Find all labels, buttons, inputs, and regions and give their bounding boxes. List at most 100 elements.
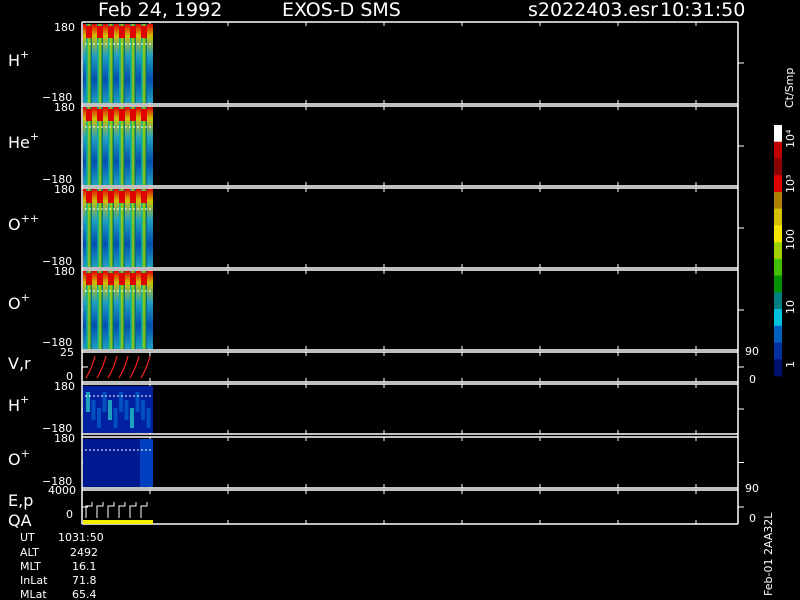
panel-labels: H+ He+ O++ O+ V,r H+ O+ E,p QA — [8, 48, 39, 530]
tick-label: 25 — [60, 346, 74, 359]
stat-value: 65.4 — [72, 588, 97, 600]
tick-label: 180 — [54, 101, 75, 114]
spectrogram-peak — [97, 273, 103, 285]
tick-label-right: 0 — [749, 512, 756, 525]
spectrogram-column — [146, 408, 151, 428]
colorbar-swatch — [774, 359, 782, 377]
colorbar-swatch — [774, 225, 782, 243]
spectrogram-peak — [119, 273, 125, 285]
velocity-curve — [96, 355, 107, 379]
spectrogram-peak — [141, 191, 147, 203]
colorbar-swatch — [774, 258, 782, 277]
velocity-curve — [107, 355, 118, 379]
spectrogram-peak — [119, 191, 125, 203]
colorbar-swatch — [774, 141, 782, 159]
tick-label: 0 — [66, 508, 73, 521]
spectrogram-column — [124, 400, 129, 420]
colorbar-swatch — [774, 309, 782, 327]
spectrogram-column — [108, 400, 112, 420]
colorbar-swatch — [774, 175, 782, 193]
spectrogram-column — [86, 392, 90, 412]
panel-label-h-plus: H+ — [8, 48, 29, 70]
spectrogram-peak — [130, 109, 136, 121]
spectrogram-peak — [130, 26, 136, 38]
colorbar-tick-label: 1 — [784, 361, 797, 368]
tick-label: 180 — [54, 432, 75, 445]
velocity-curve — [118, 355, 129, 379]
tick-label-right: 0 — [749, 373, 756, 386]
data-strips — [83, 24, 153, 524]
colorbar-swatch — [774, 342, 782, 360]
sms-spectrogram-plot: Feb 24, 1992 EXOS-D SMS s2022403.esr 10:… — [8, 0, 797, 600]
energy-step — [140, 502, 148, 518]
spectrogram-column — [97, 408, 101, 428]
tick-label-right: 90 — [745, 345, 759, 358]
velocity-curve — [140, 355, 151, 379]
panel-label-o-plus: O+ — [8, 291, 30, 313]
energy-step — [129, 502, 137, 518]
panel-label-o-plus-2: O+ — [8, 447, 30, 469]
colorbar — [774, 125, 782, 377]
colorbar-tick-label: 10⁴ — [784, 129, 797, 148]
stat-value: 1031:50 — [58, 531, 104, 544]
colorbar-swatch — [774, 325, 782, 344]
colorbar-tick-label: 10³ — [784, 175, 797, 193]
spectrogram-peak — [86, 26, 92, 38]
stat-label: MLat — [20, 588, 47, 600]
spectrogram-peak — [86, 273, 92, 285]
panel-label-o-plusplus: O++ — [8, 212, 39, 234]
colorbar-swatch — [774, 158, 782, 176]
qa-bar — [83, 520, 153, 524]
header-mission: EXOS-D SMS — [282, 0, 401, 21]
colorbar-tick-labels: 10⁴ 10³ 100 10 1 — [784, 129, 797, 368]
energy-step — [118, 502, 126, 518]
spectrogram-peak — [86, 109, 92, 121]
spectrogram-column — [102, 392, 107, 412]
colorbar-swatch — [774, 191, 782, 210]
spectrogram-column — [135, 392, 140, 412]
energy-step — [107, 502, 115, 518]
spectrogram-column — [113, 408, 118, 428]
stat-label: MLT — [20, 560, 41, 573]
colorbar-swatch — [774, 125, 782, 143]
energy-step — [85, 502, 93, 518]
header-time: 10:31:50 — [660, 0, 745, 21]
tick-label: 180 — [54, 21, 75, 34]
tick-label: 4000 — [48, 484, 76, 497]
spectrogram-peak — [86, 191, 92, 203]
stat-value: 71.8 — [72, 574, 97, 587]
spectrogram-peak — [119, 109, 125, 121]
spectrogram-peak — [97, 191, 103, 203]
spectrogram-peak — [97, 26, 103, 38]
colorbar-tick-label: 100 — [784, 229, 797, 250]
colorbar-unit: Ct/Smp — [783, 68, 796, 108]
spectrogram-column — [140, 439, 153, 487]
panel-frames — [81, 21, 739, 525]
colorbar-swatch — [774, 292, 782, 310]
stat-label: ALT — [20, 546, 39, 559]
spectrogram-peak — [108, 191, 114, 203]
tick-label: 180 — [54, 183, 75, 196]
panel-label-e-p: E,p — [8, 491, 33, 510]
spectrogram-peak — [119, 26, 125, 38]
tick-label: 180 — [54, 380, 75, 393]
panel-label-qa: QA — [8, 511, 32, 530]
spectrogram-peak — [130, 273, 136, 285]
spectrogram-column — [141, 400, 145, 420]
panel-label-h-plus-2: H+ — [8, 393, 29, 415]
tick-label-right: 90 — [745, 482, 759, 495]
tick-label: 180 — [54, 265, 75, 278]
tick-marks — [82, 22, 744, 524]
spectrogram-peak — [108, 273, 114, 285]
header-date: Feb 24, 1992 — [98, 0, 222, 21]
spectrogram-peak — [141, 109, 147, 121]
colorbar-swatch — [774, 242, 782, 260]
spectrogram-column — [91, 400, 96, 420]
panel-label-he-plus: He+ — [8, 130, 39, 152]
spectrogram-peak — [141, 26, 147, 38]
colorbar-tick-label: 10 — [784, 300, 797, 314]
header-file: s2022403.esr — [528, 0, 658, 21]
colorbar-swatch — [774, 208, 782, 226]
velocity-curve — [129, 355, 140, 379]
stat-value: 16.1 — [72, 560, 97, 573]
